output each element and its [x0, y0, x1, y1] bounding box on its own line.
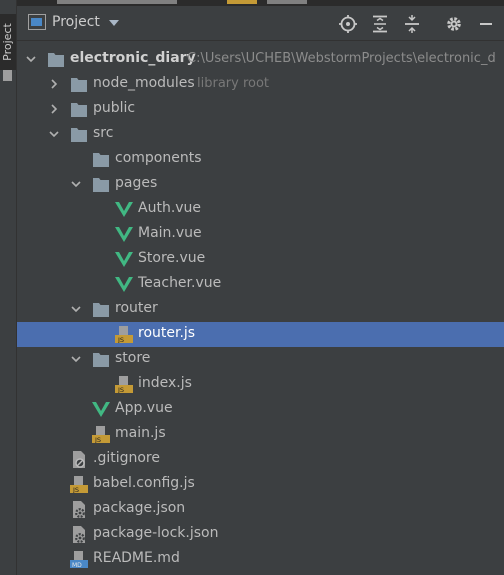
tree-item-router[interactable]: router: [17, 297, 504, 322]
json-file-icon: [73, 501, 85, 518]
tree-item-package-json[interactable]: package.json: [17, 497, 504, 522]
chevron-down-icon[interactable]: [48, 128, 60, 140]
tree-item-electronic-diary[interactable]: electronic_diary C:\Users\UCHEB\Webstorm…: [17, 47, 504, 72]
tree-item-package-lock-json[interactable]: package-lock.json: [17, 522, 504, 547]
tree-item-label: Auth.vue: [138, 200, 202, 216]
js-file-icon: JS: [115, 376, 133, 393]
tree-item-main-vue[interactable]: Main.vue: [17, 222, 504, 247]
tree-item-label: src: [93, 125, 114, 141]
js-file-icon: JS: [115, 326, 133, 343]
tree-item-public[interactable]: public: [17, 97, 504, 122]
folder-icon: [93, 353, 109, 367]
folder-icon: [71, 128, 87, 142]
js-file-icon: JS: [92, 426, 110, 443]
folder-icon: [93, 178, 109, 192]
tree-item-src[interactable]: src: [17, 122, 504, 147]
tree-item-label: .gitignore: [93, 450, 160, 466]
folder-icon: [93, 153, 109, 167]
tree-item-label: babel.config.js: [93, 475, 195, 491]
project-tree: electronic_diary C:\Users\UCHEB\Webstorm…: [17, 41, 504, 575]
tree-item-label: main.js: [115, 425, 166, 441]
markdown-file-icon: MD: [70, 551, 88, 568]
tree-item-label: index.js: [138, 375, 192, 391]
folder-icon: [71, 103, 87, 117]
tool-window-strip: Project: [0, 0, 17, 575]
locate-icon[interactable]: [338, 14, 358, 34]
folder-icon: [48, 53, 64, 67]
project-tool-tab-label: Project: [1, 23, 14, 61]
project-view-icon: [28, 14, 46, 30]
chevron-down-icon[interactable]: [25, 53, 37, 65]
tree-item-label: store: [115, 350, 151, 366]
tree-item-gitignore[interactable]: .gitignore: [17, 447, 504, 472]
svg-text:JS: JS: [94, 436, 101, 443]
tree-item-router-js[interactable]: JS router.js: [17, 322, 504, 347]
tree-item-label: public: [93, 100, 136, 116]
collapse-all-icon[interactable]: [402, 14, 422, 34]
tree-item-label: Teacher.vue: [138, 275, 222, 291]
tree-item-teacher-vue[interactable]: Teacher.vue: [17, 272, 504, 297]
tree-item-label: components: [115, 150, 202, 166]
folder-icon: [71, 78, 87, 92]
tree-item-babel-config-js[interactable]: JS babel.config.js: [17, 472, 504, 497]
root-path: C:\Users\UCHEB\WebstormProjects\electron…: [187, 51, 496, 66]
tree-item-label: App.vue: [115, 400, 173, 416]
tree-item-label: Store.vue: [138, 250, 206, 266]
chevron-down-icon[interactable]: [70, 178, 82, 190]
tree-item-index-js[interactable]: JS index.js: [17, 372, 504, 397]
tree-item-main-js[interactable]: JS main.js: [17, 422, 504, 447]
view-dropdown-caret-icon[interactable]: [109, 20, 119, 26]
tree-item-app-vue[interactable]: App.vue: [17, 397, 504, 422]
tree-item-label: README.md: [93, 550, 180, 566]
panel-title: Project: [52, 14, 100, 30]
settings-gear-icon[interactable]: [444, 14, 464, 34]
tree-item-label: router: [115, 300, 158, 316]
vue-file-icon: [92, 402, 110, 417]
tree-item-node-modules[interactable]: node_modules library root: [17, 72, 504, 97]
vue-file-icon: [115, 277, 133, 292]
file-icon: [3, 70, 12, 81]
svg-text:JS: JS: [72, 486, 79, 493]
expand-all-icon[interactable]: [370, 14, 390, 34]
chevron-down-icon[interactable]: [70, 353, 82, 365]
vue-file-icon: [115, 202, 133, 217]
ignore-file-icon: [73, 451, 85, 468]
json-file-icon: [73, 526, 85, 543]
project-tool-tab[interactable]: Project: [0, 14, 16, 70]
js-file-icon: JS: [70, 476, 88, 493]
chevron-right-icon[interactable]: [48, 103, 60, 115]
svg-text:JS: JS: [117, 386, 124, 393]
library-root-hint: library root: [197, 76, 270, 91]
tree-item-pages[interactable]: pages: [17, 172, 504, 197]
tree-item-label: package.json: [93, 500, 186, 516]
tree-item-store[interactable]: store: [17, 347, 504, 372]
tree-item-store-vue[interactable]: Store.vue: [17, 247, 504, 272]
root-folder-label: electronic_diary: [70, 50, 196, 66]
hide-panel-icon[interactable]: [476, 14, 496, 34]
tree-item-auth-vue[interactable]: Auth.vue: [17, 197, 504, 222]
project-panel-header: Project: [17, 6, 504, 41]
vue-file-icon: [115, 227, 133, 242]
tree-item-label: node_modules: [93, 75, 195, 91]
vue-file-icon: [115, 252, 133, 267]
tree-item-label: package-lock.json: [93, 525, 219, 541]
chevron-down-icon[interactable]: [70, 303, 82, 315]
svg-text:MD: MD: [72, 562, 82, 568]
tree-item-label: Main.vue: [138, 225, 202, 241]
chevron-right-icon[interactable]: [48, 78, 60, 90]
tree-item-readme-md[interactable]: MD README.md: [17, 547, 504, 572]
tree-item-label: router.js: [138, 325, 196, 341]
tree-item-components[interactable]: components: [17, 147, 504, 172]
folder-icon: [93, 303, 109, 317]
svg-text:JS: JS: [117, 336, 124, 343]
tree-item-label: pages: [115, 175, 158, 191]
